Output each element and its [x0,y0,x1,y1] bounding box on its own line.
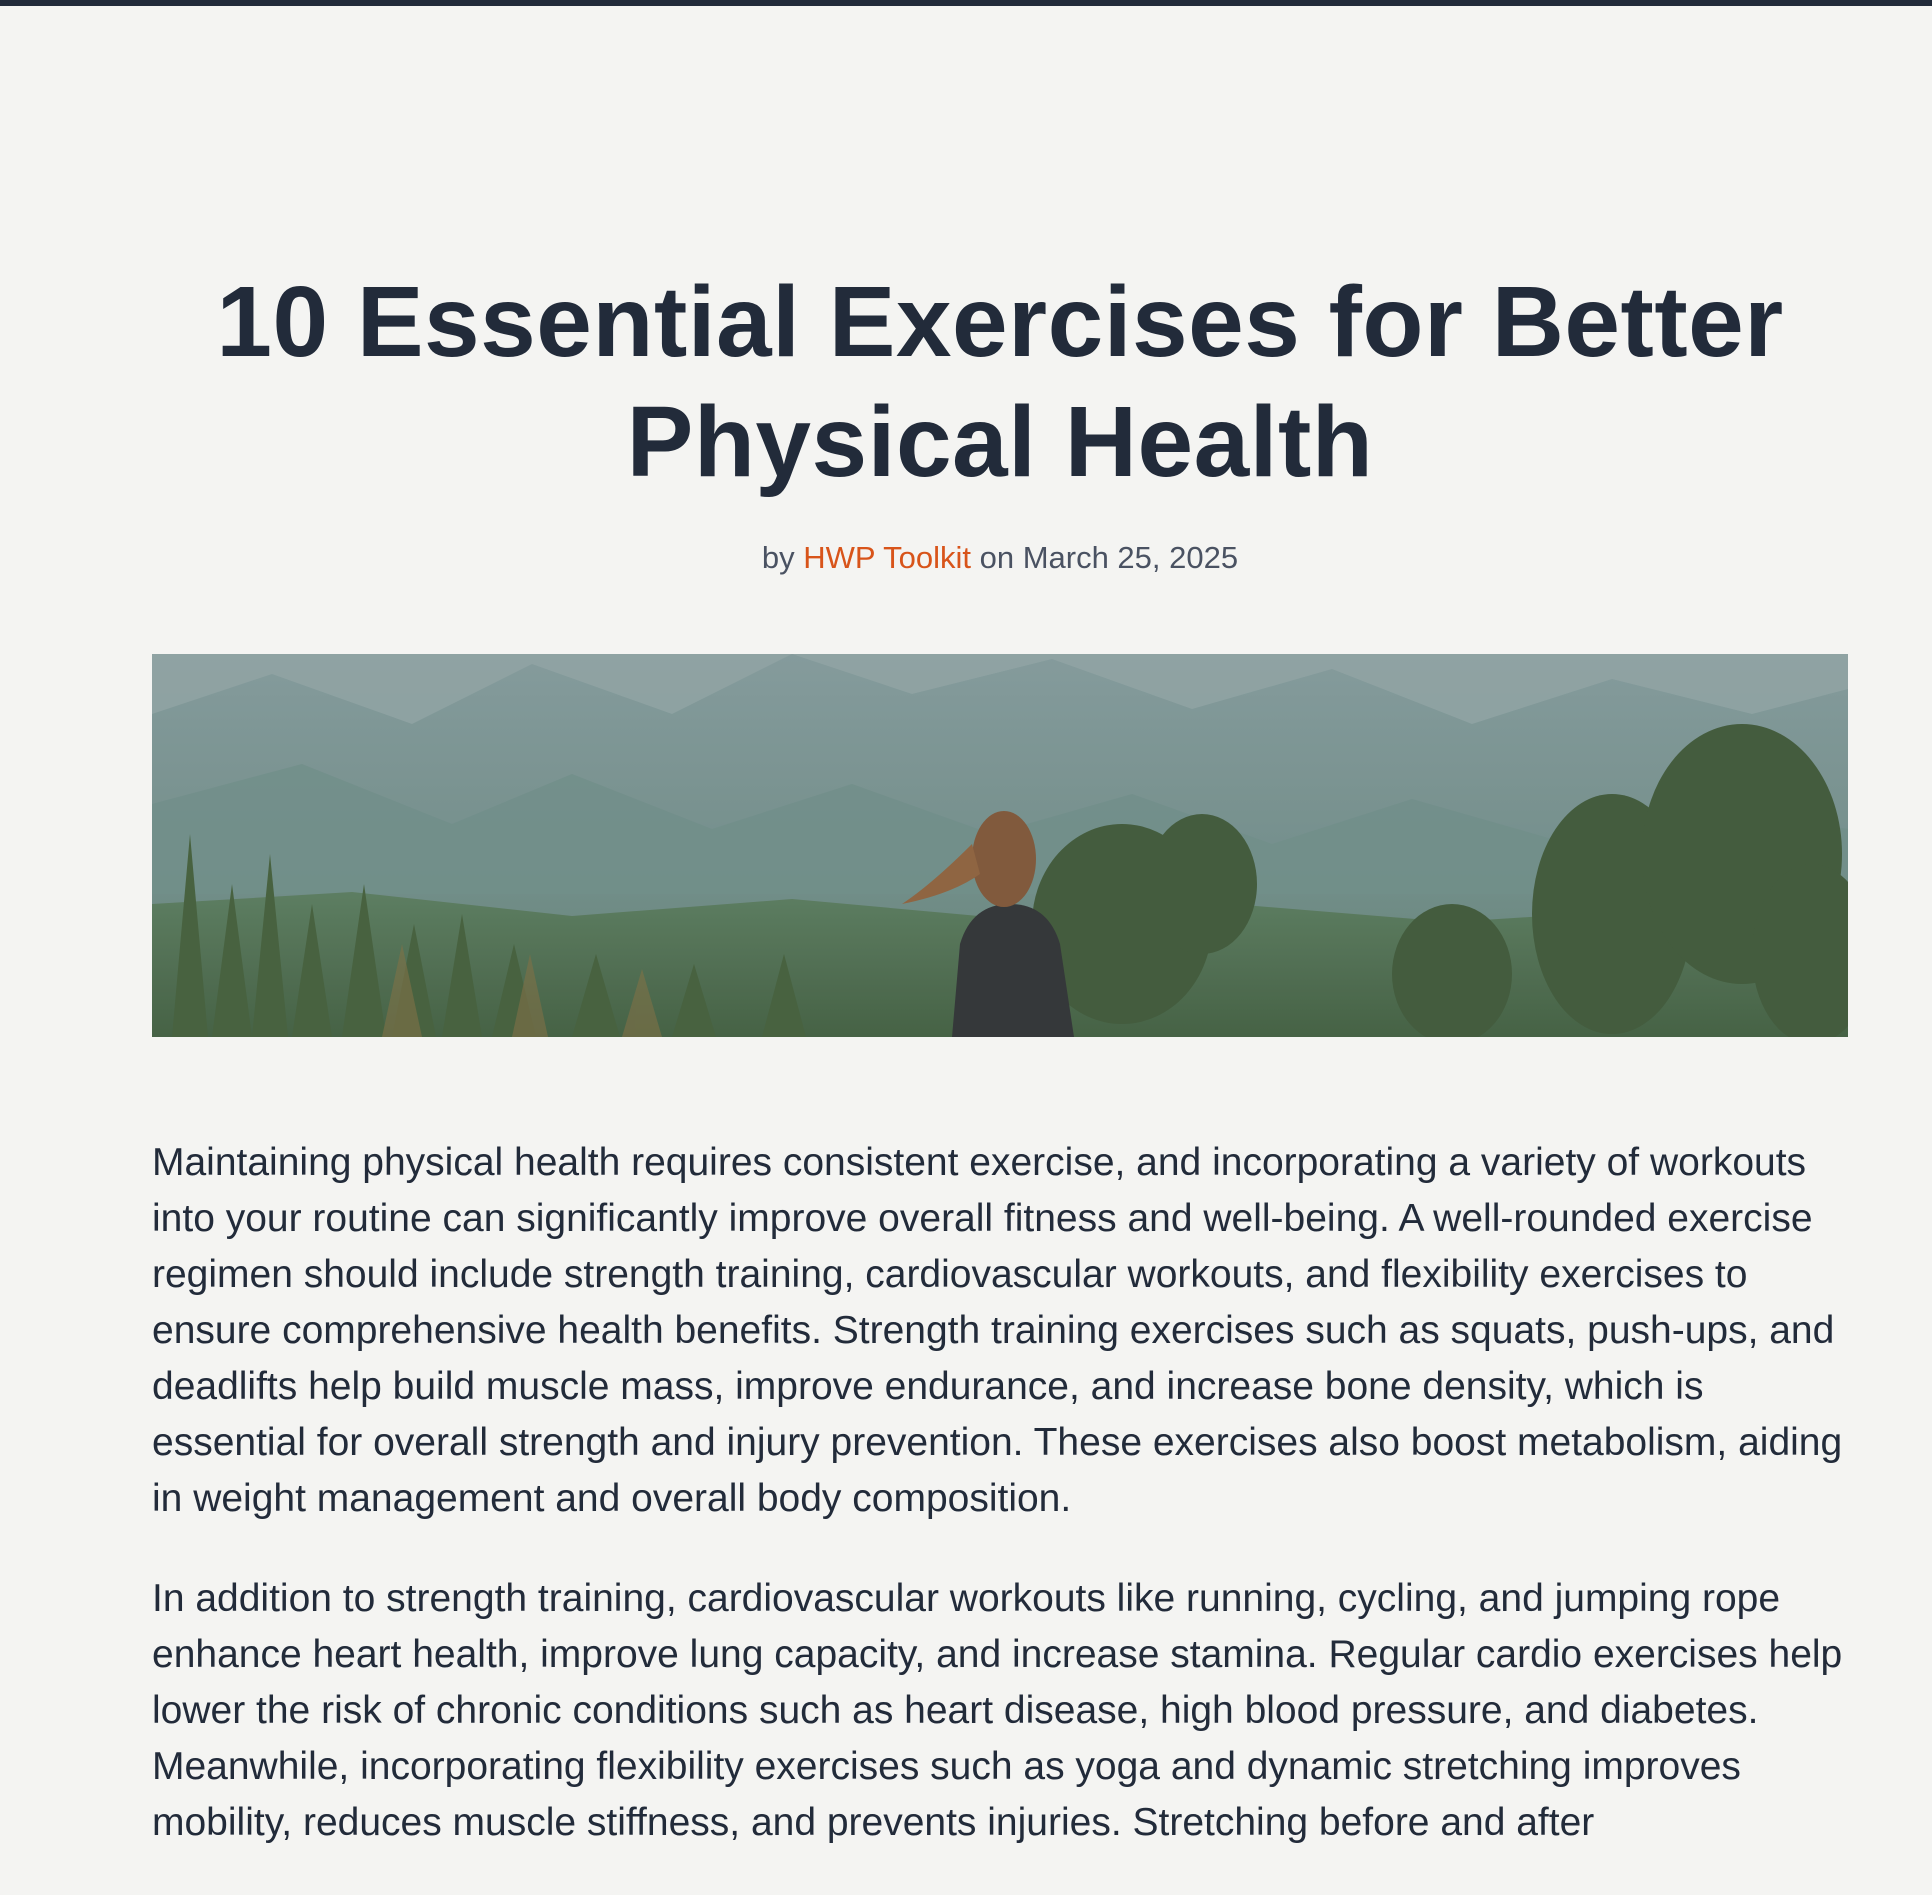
author-link[interactable]: HWP Toolkit [803,540,971,575]
article-byline: by HWP Toolkit on March 25, 2025 [152,538,1848,578]
byline-by: by [761,540,795,575]
paragraph-2: In addition to strength training, cardio… [152,1577,1843,1844]
featured-image [152,654,1848,1037]
publish-date: March 25, 2025 [1022,540,1239,575]
byline-on: on [979,540,1015,575]
article-body: Maintaining physical health requires con… [152,1135,1848,1895]
top-border [0,0,1932,6]
paragraph-1: Maintaining physical health requires con… [152,1141,1843,1520]
article-title: 10 Essential Exercises for Better Physic… [216,266,1784,498]
